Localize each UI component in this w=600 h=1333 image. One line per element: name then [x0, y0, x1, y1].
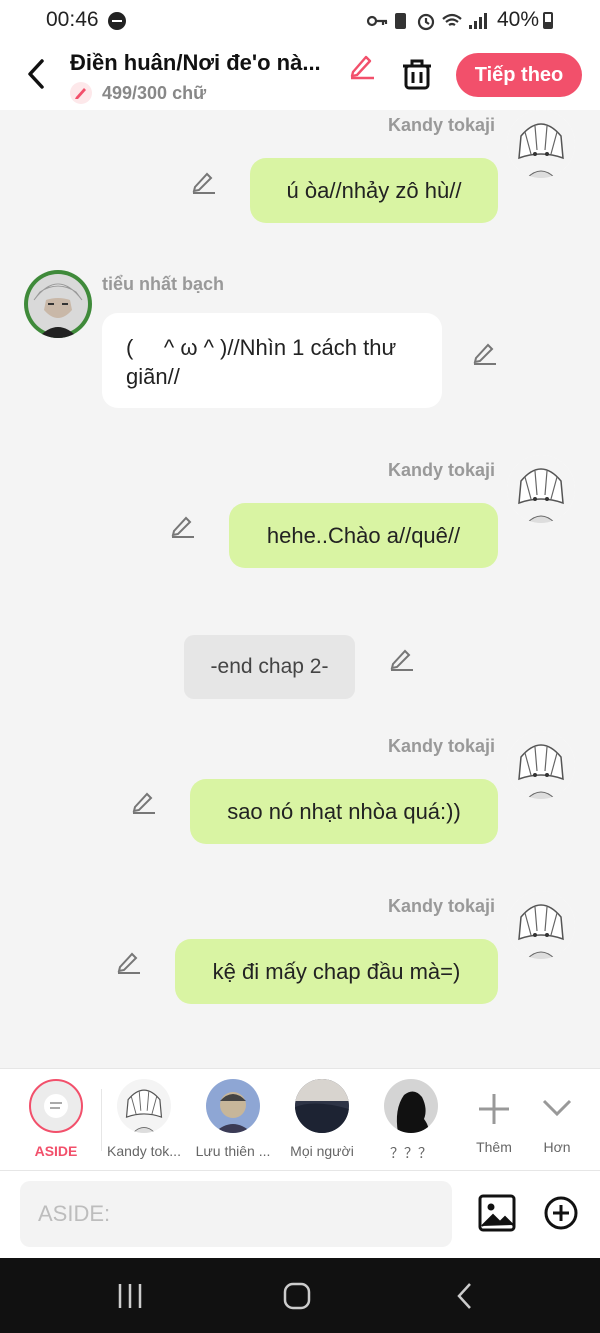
- pencil-badge-icon: [70, 82, 92, 104]
- key-icon: [366, 15, 388, 27]
- chat-area[interactable]: Kandy tokaji ú òa//nhảy zô hù// tiểu nhấ…: [0, 110, 600, 1068]
- unknown-avatar: [384, 1079, 438, 1133]
- message-bubble[interactable]: ú òa//nhảy zô hù//: [250, 158, 498, 223]
- aside-character[interactable]: ASIDE: [16, 1079, 96, 1169]
- edit-message-icon[interactable]: [472, 339, 498, 365]
- message-bubble[interactable]: hehe..Chào a//quê//: [229, 503, 498, 568]
- character-selector: ASIDE Kandy tok... Lưu thiên ... Mọi ngư…: [0, 1068, 600, 1171]
- header: Điền huân/Nơi đe'o nà... 499/300 chữ Tiế…: [0, 44, 600, 110]
- luu-avatar: [206, 1079, 260, 1133]
- edit-message-icon[interactable]: [191, 168, 217, 194]
- kandy-avatar[interactable]: [507, 110, 575, 178]
- message-bubble[interactable]: ( ^ ω ^ )//Nhìn 1 cách thư giãn//: [102, 313, 442, 408]
- kandy-character[interactable]: Kandy tok...: [104, 1079, 184, 1169]
- back-button[interactable]: [22, 57, 50, 91]
- sender-name: Kandy tokaji: [388, 115, 496, 135]
- unknown-label: ？？？: [390, 1145, 432, 1161]
- edit-message-icon[interactable]: [131, 788, 157, 814]
- kandy-avatar[interactable]: [507, 455, 575, 523]
- next-button[interactable]: Tiếp theo: [456, 53, 582, 97]
- edit-message-icon[interactable]: [389, 645, 415, 671]
- edit-message-icon[interactable]: [170, 512, 196, 538]
- signal-icon: [469, 13, 487, 29]
- kandy-avatar[interactable]: [507, 731, 575, 799]
- chevron-down-icon: [542, 1099, 572, 1117]
- expand-button[interactable]: Hơn: [517, 1079, 597, 1169]
- unknown-character[interactable]: ？？？: [371, 1079, 451, 1169]
- plus-icon: [479, 1094, 509, 1124]
- message-bubble[interactable]: kệ đi mấy chap đầu mà=): [175, 939, 498, 1004]
- expand-label: Hơn: [543, 1139, 571, 1155]
- everyone-avatar: [295, 1079, 349, 1133]
- everyone-label: Mọi người: [290, 1143, 354, 1159]
- recent-apps-icon[interactable]: [110, 1278, 150, 1314]
- status-icons: [366, 13, 487, 31]
- kandy-avatar[interactable]: [507, 891, 575, 959]
- edit-message-icon[interactable]: [116, 948, 142, 974]
- battery-icon: [543, 12, 553, 29]
- kandy-label: Kandy tok...: [107, 1143, 181, 1159]
- sim-icon: [395, 13, 406, 29]
- aside-icon: [29, 1079, 83, 1133]
- battery-percent: 40%: [497, 8, 540, 31]
- count-text: 499/300 chữ: [102, 83, 207, 103]
- story-title[interactable]: Điền huân/Nơi đe'o nà...: [70, 50, 340, 76]
- aside-label: ASIDE: [34, 1143, 78, 1159]
- luu-character[interactable]: Lưu thiên ...: [193, 1079, 273, 1169]
- luu-label: Lưu thiên ...: [195, 1143, 271, 1159]
- sender-name: Kandy tokaji: [388, 460, 496, 480]
- sender-name: tiểu nhất bạch: [102, 274, 225, 294]
- status-time: 00:46: [46, 8, 99, 31]
- kandy-avatar: [117, 1079, 171, 1133]
- system-nav-bar: [0, 1258, 600, 1333]
- image-icon[interactable]: [478, 1194, 516, 1232]
- edit-title-icon[interactable]: [347, 50, 377, 80]
- back-nav-icon[interactable]: [446, 1278, 486, 1314]
- do-not-disturb-icon: [108, 12, 126, 30]
- divider: [101, 1089, 102, 1151]
- wifi-icon: [442, 13, 462, 26]
- input-bar: [0, 1170, 600, 1259]
- message-bubble[interactable]: sao nó nhạt nhòa quá:)): [190, 779, 498, 844]
- add-circle-icon[interactable]: [544, 1196, 578, 1230]
- tieu-nhat-bach-avatar[interactable]: [24, 270, 92, 338]
- delete-icon[interactable]: [401, 57, 433, 91]
- status-bar: 00:46 40%: [0, 0, 600, 44]
- sender-name: Kandy tokaji: [388, 736, 496, 756]
- everyone-character[interactable]: Mọi người: [282, 1079, 362, 1169]
- home-icon[interactable]: [277, 1278, 317, 1314]
- aside-input[interactable]: [20, 1181, 452, 1247]
- sender-name: Kandy tokaji: [388, 896, 496, 916]
- narration-bubble[interactable]: -end chap 2-: [184, 635, 355, 699]
- alarm-icon: [417, 13, 435, 31]
